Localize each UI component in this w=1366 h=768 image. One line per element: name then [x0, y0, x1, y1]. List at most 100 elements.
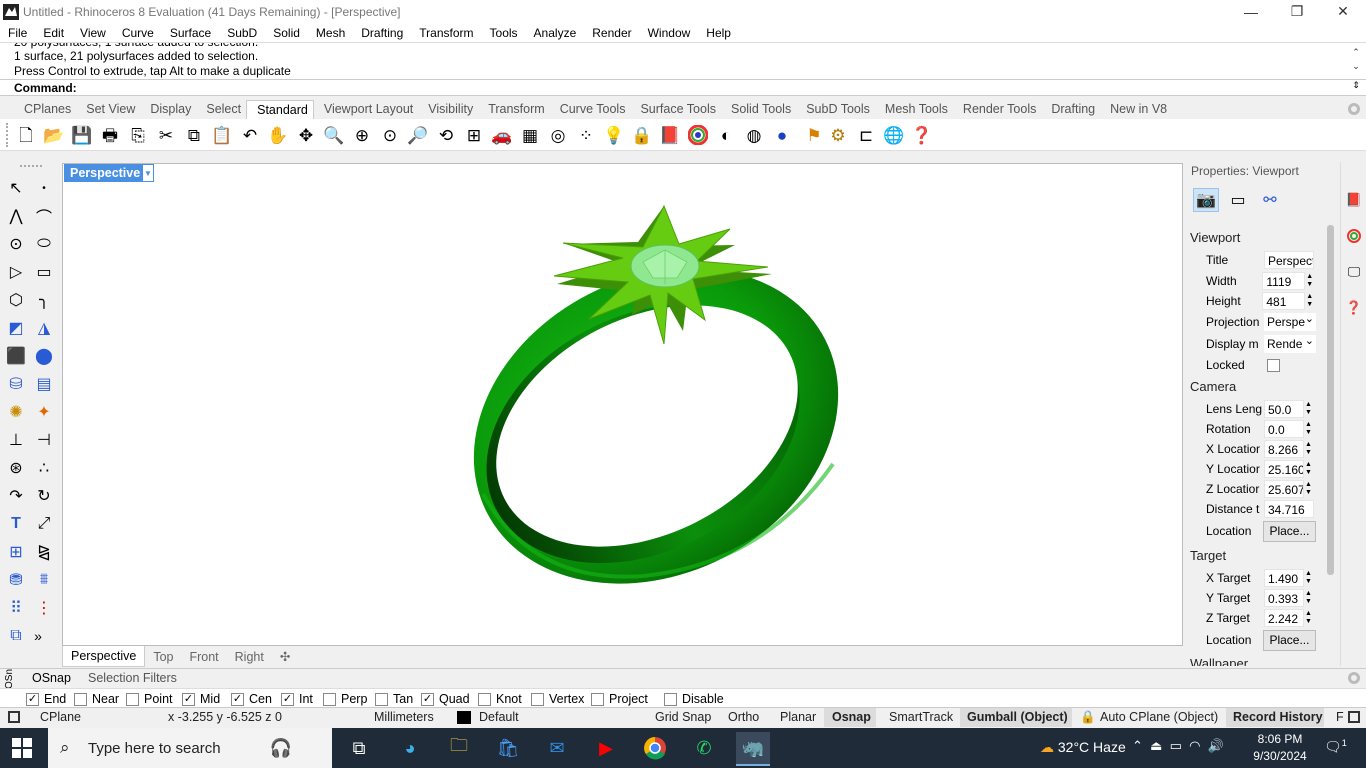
tab-drafting[interactable]: Drafting — [1041, 100, 1100, 120]
dimension-tool-icon[interactable]: ⤢ — [32, 512, 56, 536]
distance-field[interactable]: 34.716 — [1264, 500, 1314, 518]
tab-subd-tools[interactable]: SubD Tools — [796, 100, 875, 120]
x-location-spinner[interactable]: ▲ ▼ — [1305, 441, 1315, 457]
undo-icon[interactable]: ↶ — [238, 122, 262, 148]
menu-tools[interactable]: Tools — [482, 26, 526, 40]
lens-length-field[interactable]: 50.0 — [1264, 400, 1304, 418]
surface-icon[interactable]: ◩ — [4, 316, 28, 340]
grid-array-icon[interactable]: ⠿ — [4, 596, 28, 620]
windows-start-icon[interactable] — [12, 738, 32, 758]
y-target-field[interactable]: 0.393 — [1264, 589, 1304, 607]
mesh-icon[interactable]: ▤ — [32, 372, 56, 396]
units-label[interactable]: Millimeters — [374, 710, 434, 724]
edge-icon[interactable]: ◕ — [397, 735, 423, 761]
lock-icon[interactable]: 🔒 — [1080, 710, 1096, 725]
y-location-spinner[interactable]: ▲ ▼ — [1305, 461, 1315, 477]
ortho-toggle[interactable]: Ortho — [728, 710, 759, 724]
tab-mesh-tools[interactable]: Mesh Tools — [875, 100, 953, 120]
projection-dropdown[interactable]: Perspe — [1264, 313, 1316, 331]
tab-display[interactable]: Display — [140, 100, 196, 120]
tab-render-tools[interactable]: Render Tools — [953, 100, 1041, 120]
tab-curve-tools[interactable]: Curve Tools — [550, 100, 631, 120]
title-field[interactable]: Perspecti — [1264, 251, 1314, 269]
lens-spinner[interactable]: ▲ ▼ — [1305, 401, 1315, 417]
paste-icon[interactable]: 📋 — [210, 122, 234, 148]
mail-icon[interactable]: ✉ — [544, 735, 570, 761]
z-target-field[interactable]: 2.242 — [1264, 609, 1304, 627]
ring-model[interactable] — [63, 164, 1182, 645]
help-panel-icon[interactable]: ❓ — [1346, 300, 1362, 316]
tab-transform[interactable]: Transform — [478, 100, 550, 120]
color-wheel-icon[interactable] — [686, 122, 710, 148]
history-scroll-arrows[interactable]: ⌃ ⌄ — [1349, 45, 1363, 78]
snap-perp[interactable]: Perp — [323, 692, 367, 706]
height-spinner[interactable]: ▲ ▼ — [1306, 293, 1316, 309]
print-icon[interactable]: 🖶 — [98, 122, 122, 148]
options-gear-icon[interactable]: ⚙ — [826, 122, 850, 148]
group-icon[interactable]: ⊛ — [4, 456, 28, 480]
polyline-icon[interactable]: ⋀ — [4, 204, 28, 228]
planar-toggle[interactable]: Planar — [780, 710, 816, 724]
command-history[interactable]: 20 polysurfaces, 1 surface added to sele… — [0, 42, 1366, 79]
locked-checkbox[interactable] — [1267, 358, 1280, 372]
x-location-field[interactable]: 8.266 — [1264, 440, 1304, 458]
toolbar-grip[interactable] — [6, 123, 9, 147]
display-panel-icon[interactable]: 🖵 — [1346, 264, 1362, 280]
open-folder-icon[interactable]: 📂 — [42, 122, 66, 148]
snap-point[interactable]: Point — [126, 692, 173, 706]
whatsapp-icon[interactable]: ✆ — [691, 735, 717, 761]
tab-new-in-v8[interactable]: New in V8 — [1100, 100, 1172, 120]
display-mode-dropdown[interactable]: Rende — [1264, 335, 1316, 353]
trim-icon[interactable]: ⊣ — [32, 428, 56, 452]
notification-icon[interactable]: 🗨1 — [1324, 738, 1347, 756]
target-place-button[interactable]: Place... — [1262, 629, 1316, 651]
drafting-icon[interactable]: ⩩ — [32, 568, 56, 592]
width-field[interactable]: 1119 — [1262, 272, 1306, 290]
cut-icon[interactable]: ✂ — [154, 122, 178, 148]
explode-icon[interactable]: ✺ — [4, 400, 28, 424]
rotation-field[interactable]: 0.0 — [1264, 420, 1304, 438]
rotation-spinner[interactable]: ▲ ▼ — [1305, 421, 1315, 437]
cplane-icon[interactable] — [8, 711, 20, 723]
undo-view-icon[interactable]: ⟲ — [434, 122, 458, 148]
task-view-icon[interactable]: ⧉ — [346, 735, 372, 761]
arc-icon[interactable]: ▷ — [4, 260, 28, 284]
save-icon[interactable]: 💾 — [70, 122, 94, 148]
snap-disable[interactable]: Disable — [664, 692, 724, 706]
boolean-icon[interactable]: ✦ — [32, 400, 56, 424]
auto-cplane-toggle[interactable]: Auto CPlane (Object) — [1100, 710, 1218, 724]
camera-icon[interactable]: 📷 — [1193, 188, 1219, 212]
snap-mid[interactable]: ✓ Mid — [182, 692, 220, 706]
snap-near[interactable]: Near — [74, 692, 119, 706]
text-icon[interactable]: T — [4, 512, 28, 536]
tab-solid-tools[interactable]: Solid Tools — [721, 100, 796, 120]
filter-icon[interactable]: ⚑ — [802, 122, 826, 148]
smarttrack-toggle[interactable]: SmartTrack — [889, 710, 953, 724]
menu-mesh[interactable]: Mesh — [308, 26, 353, 40]
cylinder-icon[interactable]: ⛁ — [4, 372, 28, 396]
menu-render[interactable]: Render — [584, 26, 639, 40]
tab-selection-filters[interactable]: Selection Filters — [88, 671, 177, 685]
layer-label[interactable]: Default — [479, 710, 519, 724]
grid-snap-toggle[interactable]: Grid Snap — [655, 710, 711, 724]
menu-edit[interactable]: Edit — [35, 26, 72, 40]
tab-standard[interactable]: Standard — [246, 100, 314, 120]
curve-icon[interactable]: ⌒ — [32, 204, 56, 228]
rotate-view-icon[interactable]: ✥ — [294, 122, 318, 148]
export-icon[interactable]: ⎘ — [126, 122, 150, 148]
materials-panel-icon[interactable] — [1346, 228, 1362, 244]
point-edit-icon[interactable]: ⁘ — [574, 122, 598, 148]
add-viewport-tab-icon[interactable]: ✣ — [272, 646, 298, 667]
loft-icon[interactable]: ◮ — [32, 316, 56, 340]
command-dropdown-icon[interactable]: ⇕ — [1349, 80, 1363, 95]
close-button[interactable]: ✕ — [1320, 0, 1366, 23]
zoom-extents-icon[interactable]: ⊙ — [378, 122, 402, 148]
y-target-spinner[interactable]: ▲ ▼ — [1305, 590, 1315, 606]
rhino-taskbar-icon[interactable]: 🦏 — [736, 732, 770, 766]
layout-icon[interactable]: ⧉ — [4, 624, 28, 648]
menu-surface[interactable]: Surface — [162, 26, 219, 40]
box-icon[interactable]: ⬛ — [4, 344, 28, 368]
tab-viewport-layout[interactable]: Viewport Layout — [314, 100, 418, 120]
command-line[interactable]: Command: ⇕ — [0, 79, 1366, 96]
menu-subd[interactable]: SubD — [219, 26, 265, 40]
